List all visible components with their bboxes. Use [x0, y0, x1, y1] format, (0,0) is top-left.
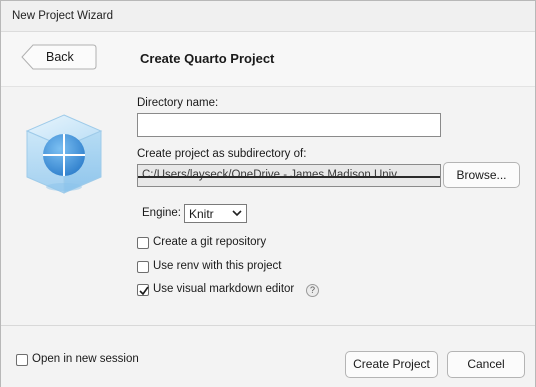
- cancel-button[interactable]: Cancel: [447, 351, 525, 378]
- git-repo-label: Create a git repository: [153, 236, 267, 248]
- engine-select[interactable]: Knitr: [184, 204, 247, 223]
- parent-directory-field[interactable]: C:/Users/layseck/OneDrive - James Madiso…: [137, 164, 441, 187]
- page-title: Create Quarto Project: [140, 51, 275, 66]
- chevron-down-icon: [232, 210, 242, 217]
- engine-selected-value: Knitr: [189, 207, 214, 221]
- new-project-wizard-window: New Project Wizard Back Create Quarto Pr…: [0, 0, 536, 387]
- open-new-session-label: Open in new session: [32, 353, 139, 365]
- quarto-project-cube-icon: [25, 114, 103, 194]
- wizard-footer: Open in new session Create Project Cance…: [1, 325, 535, 387]
- back-button[interactable]: Back: [21, 44, 97, 70]
- wizard-header: Back Create Quarto Project: [1, 32, 535, 87]
- title-bar[interactable]: New Project Wizard: [1, 1, 535, 32]
- visual-editor-label: Use visual markdown editor: [153, 283, 295, 295]
- directory-name-input[interactable]: [137, 113, 441, 137]
- checkmark-icon: [139, 286, 149, 296]
- parent-directory-label: Create project as subdirectory of:: [137, 148, 307, 160]
- visual-editor-checkbox[interactable]: [137, 284, 149, 296]
- git-repo-checkbox[interactable]: [137, 237, 149, 249]
- help-icon[interactable]: ?: [306, 284, 319, 297]
- renv-label: Use renv with this project: [153, 260, 282, 272]
- parent-directory-path: C:/Users/layseck/OneDrive - James Madiso…: [142, 169, 397, 181]
- directory-name-label: Directory name:: [137, 97, 219, 109]
- engine-label: Engine:: [142, 207, 182, 219]
- back-button-label: Back: [46, 50, 74, 64]
- wizard-body: Directory name: Create project as subdir…: [1, 87, 535, 324]
- create-project-button[interactable]: Create Project: [345, 351, 438, 378]
- browse-button[interactable]: Browse...: [443, 162, 520, 188]
- renv-checkbox[interactable]: [137, 261, 149, 273]
- open-new-session-checkbox[interactable]: [16, 354, 28, 366]
- redaction-line: [138, 176, 440, 178]
- window-title: New Project Wizard: [12, 10, 113, 22]
